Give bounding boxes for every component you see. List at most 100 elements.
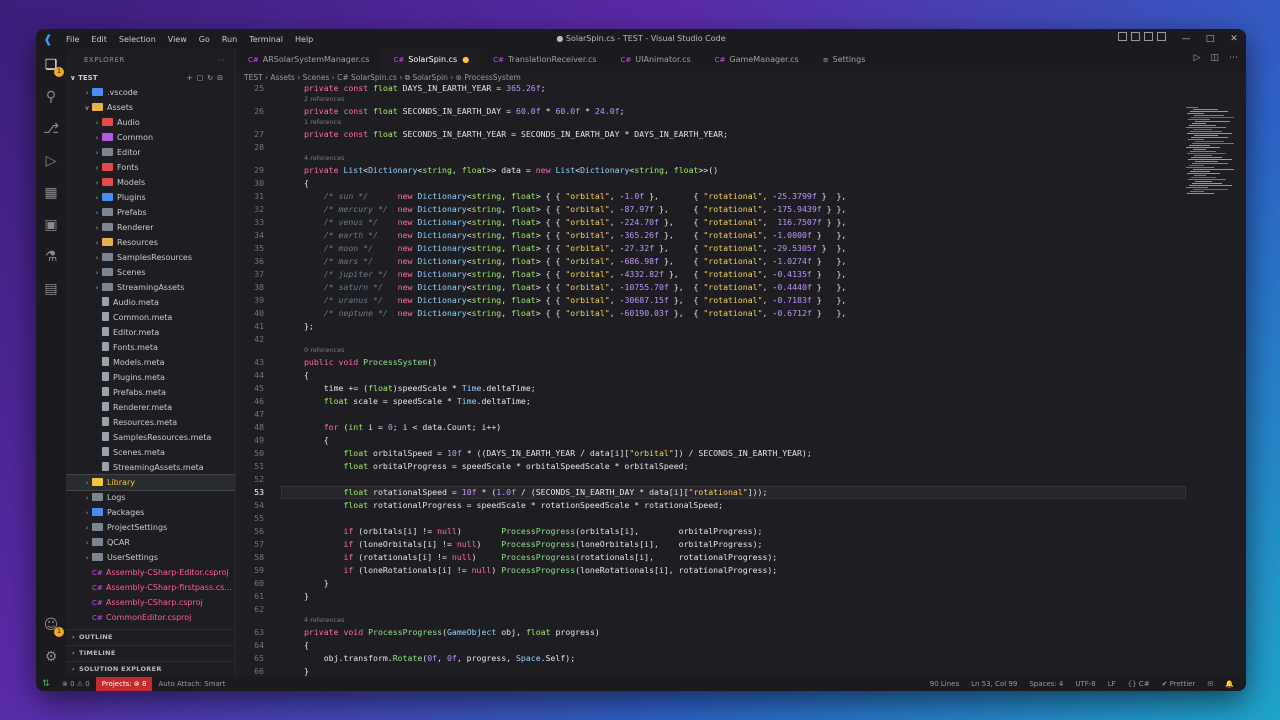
tree-item[interactable]: › Resources (66, 235, 235, 250)
line-number[interactable]: 39 (236, 294, 264, 307)
tree-item[interactable]: › SamplesResources (66, 250, 235, 265)
code-line[interactable]: private const float SECONDS_IN_EARTH_DAY… (304, 105, 625, 118)
tree-item[interactable]: Models.meta (66, 355, 235, 370)
tree-item[interactable]: ∨ Assets (66, 100, 235, 115)
code-editor[interactable]: 25 private const float DAYS_IN_EARTH_YEAR… (236, 85, 1186, 677)
code-line[interactable]: float scale = speedScale * Time.deltaTim… (304, 395, 531, 408)
code-line[interactable]: for (int i = 0; i < data.Count; i++) (304, 421, 502, 434)
code-line[interactable]: public void ProcessSystem() (304, 356, 437, 369)
line-number[interactable]: 65 (236, 652, 264, 665)
tab-gamemanager-cs[interactable]: C# GameManager.cs (703, 49, 811, 71)
tree-item[interactable]: Audio.meta (66, 295, 235, 310)
tree-item[interactable]: Fonts.meta (66, 340, 235, 355)
code-line[interactable]: /* mercury */ new Dictionary<string, flo… (304, 203, 847, 216)
code-line[interactable]: /* moon */ new Dictionary<string, float>… (304, 242, 847, 255)
tree-item[interactable]: SamplesResources.meta (66, 430, 235, 445)
cursor-position[interactable]: Ln 53, Col 99 (965, 680, 1023, 688)
code-line[interactable]: if (orbitals[i] != null) ProcessProgress… (304, 525, 762, 538)
tree-item[interactable]: Common.meta (66, 310, 235, 325)
code-line[interactable]: } (304, 665, 309, 677)
tree-item[interactable]: › Audio (66, 115, 235, 130)
terminal-icon[interactable]: ▤ (43, 281, 59, 297)
source-control-icon[interactable]: ⎇ (43, 121, 59, 137)
line-number[interactable]: 54 (236, 499, 264, 512)
tree-item[interactable]: › Prefabs (66, 205, 235, 220)
codelens-references[interactable]: 4 references (304, 153, 345, 163)
auto-attach-status[interactable]: Auto Attach: Smart (152, 680, 231, 688)
code-line[interactable]: if (rotationals[i] != null) ProcessProgr… (304, 551, 777, 564)
tree-item[interactable]: Resources.meta (66, 415, 235, 430)
line-number[interactable]: 50 (236, 447, 264, 460)
menu-help[interactable]: Help (289, 35, 319, 44)
line-number[interactable]: 32 (236, 203, 264, 216)
code-line[interactable]: /* earth */ new Dictionary<string, float… (304, 229, 847, 242)
line-number[interactable]: 53 (236, 486, 264, 499)
code-line[interactable]: time += (float)speedScale * Time.deltaTi… (304, 382, 536, 395)
new-folder-icon[interactable]: □ (197, 74, 208, 82)
tab-settings[interactable]: ≡ Settings (811, 49, 878, 71)
tree-item[interactable]: C# Assembly-CSharp.csproj (66, 595, 235, 610)
line-number[interactable]: 40 (236, 307, 264, 320)
code-line[interactable]: obj.transform.Rotate(0f, 0f, progress, S… (304, 652, 575, 665)
breadcrumb[interactable]: TEST › Assets › Scenes › C# SolarSpin.cs… (236, 71, 1246, 85)
line-number[interactable]: 51 (236, 460, 264, 473)
line-number[interactable]: 26 (236, 105, 264, 118)
line-number[interactable]: 63 (236, 626, 264, 639)
line-number[interactable]: 64 (236, 639, 264, 652)
line-number[interactable]: 35 (236, 242, 264, 255)
tab-arsolarsystemmanager-cs[interactable]: C# ARSolarSystemManager.cs (236, 49, 381, 71)
line-number[interactable]: 55 (236, 512, 264, 525)
tree-item[interactable]: Editor.meta (66, 325, 235, 340)
line-number[interactable]: 33 (236, 216, 264, 229)
menu-run[interactable]: Run (216, 35, 243, 44)
code-line[interactable]: { (304, 177, 309, 190)
explorer-icon[interactable]: ❏ 1 (43, 57, 64, 77)
tree-item[interactable]: › Fonts (66, 160, 235, 175)
tab-uianimator-cs[interactable]: C# UIAnimator.cs (609, 49, 703, 71)
code-line[interactable]: } (304, 577, 329, 590)
code-line[interactable]: }; (304, 320, 314, 333)
code-line[interactable]: /* uranus */ new Dictionary<string, floa… (304, 294, 847, 307)
customize-layout-icon[interactable] (1157, 32, 1166, 41)
projects-status[interactable]: Projects: ⊗ 8 (95, 677, 153, 691)
line-number[interactable]: 52 (236, 473, 264, 486)
code-line[interactable]: private void ProcessProgress(GameObject … (304, 626, 600, 639)
more-actions-icon[interactable]: ⋯ (218, 49, 226, 71)
prettier-status[interactable]: ✔ Prettier (1156, 680, 1202, 688)
tree-item[interactable]: › QCAR (66, 535, 235, 550)
indentation[interactable]: Spaces: 4 (1023, 680, 1069, 688)
encoding[interactable]: UTF-8 (1069, 680, 1101, 688)
code-line[interactable]: if (loneRotationals[i] != null) ProcessP… (304, 564, 777, 577)
code-line[interactable]: /* venus */ new Dictionary<string, float… (304, 216, 847, 229)
menu-selection[interactable]: Selection (113, 35, 162, 44)
tree-item[interactable]: › .vscode (66, 85, 235, 100)
code-line[interactable]: private const float SECONDS_IN_EARTH_YEA… (304, 128, 728, 141)
testing-icon[interactable]: ⚗ (43, 249, 59, 265)
line-number[interactable]: 43 (236, 356, 264, 369)
minimap[interactable] (1186, 107, 1236, 197)
tree-item[interactable]: › Editor (66, 145, 235, 160)
tab-translationreceiver-cs[interactable]: C# TranslationReceiver.cs (481, 49, 608, 71)
codelens-references[interactable]: 2 references (304, 94, 345, 104)
run-debug-icon[interactable]: ▷ (43, 153, 59, 169)
menu-edit[interactable]: Edit (85, 35, 113, 44)
split-editor-icon[interactable]: ◫ (1210, 53, 1219, 63)
code-line[interactable]: float rotationalProgress = speedScale * … (304, 499, 723, 512)
minimize-icon[interactable]: — (1174, 34, 1198, 44)
run-debug-dropdown-icon[interactable]: ▷ (1194, 53, 1201, 63)
notifications-icon[interactable]: 🔔 (1219, 680, 1240, 688)
code-line[interactable]: /* jupiter */ new Dictionary<string, flo… (304, 268, 847, 281)
line-number[interactable]: 28 (236, 141, 264, 154)
tree-item[interactable]: StreamingAssets.meta (66, 460, 235, 475)
toggle-secondary-sidebar-icon[interactable] (1144, 32, 1153, 41)
more-editor-actions-icon[interactable]: ⋯ (1229, 53, 1238, 63)
menu-go[interactable]: Go (193, 35, 216, 44)
line-number[interactable]: 58 (236, 551, 264, 564)
tree-item[interactable]: › UserSettings (66, 550, 235, 565)
line-number[interactable]: 49 (236, 434, 264, 447)
menu-terminal[interactable]: Terminal (243, 35, 289, 44)
line-number[interactable]: 37 (236, 268, 264, 281)
menu-view[interactable]: View (162, 35, 193, 44)
line-number[interactable]: 59 (236, 564, 264, 577)
close-icon[interactable]: ✕ (1222, 34, 1246, 44)
